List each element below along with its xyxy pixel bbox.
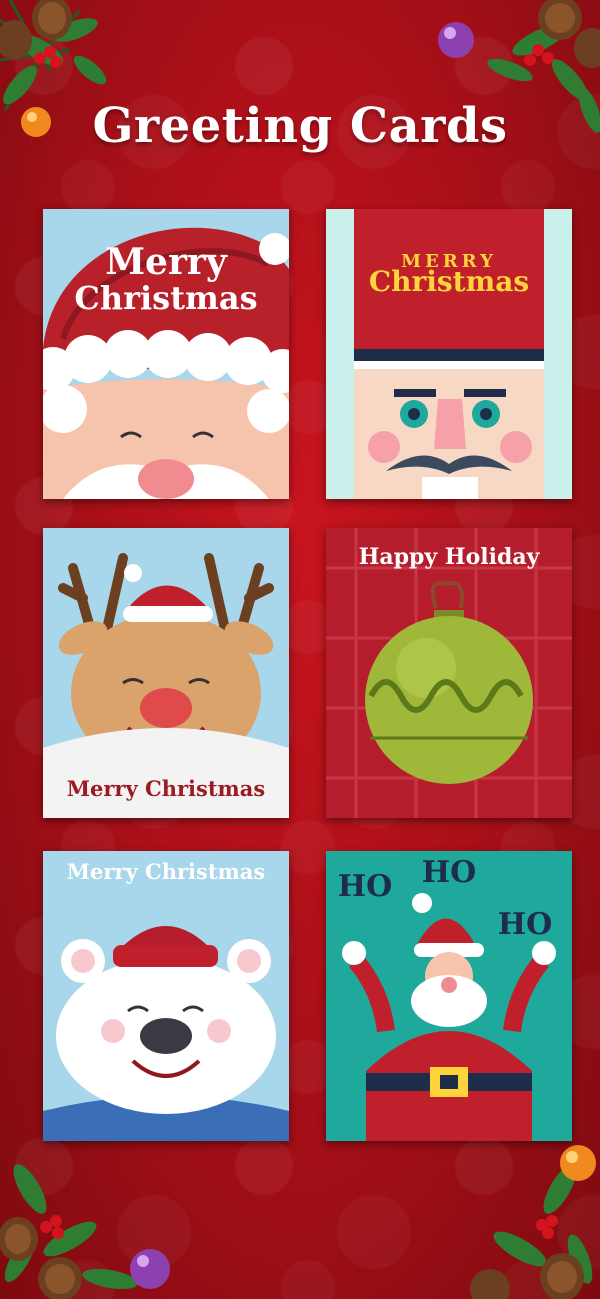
polar-bear-illustration: [43, 851, 289, 1141]
card-title-line-1: Merry: [105, 241, 227, 283]
card-title-line-2: Christmas: [368, 265, 530, 298]
page-title: Greeting Cards: [92, 98, 508, 154]
card-greeting-text: Happy Holiday: [358, 544, 540, 570]
santa-hohoho-card[interactable]: HO HO HO: [326, 851, 572, 1141]
bottom-left-garland-decoration: [0, 1164, 170, 1299]
reindeer-illustration: [43, 528, 289, 818]
card-title-line-2: Christmas: [74, 279, 258, 317]
card-greeting-text: Merry Christmas: [66, 776, 266, 801]
nutcracker-card[interactable]: MERRY Christmas: [326, 209, 572, 499]
bottom-right-garland-decoration: [470, 1145, 596, 1299]
santa-hat-card[interactable]: Merry Christmas: [43, 209, 289, 499]
card-ho-text-3: HO: [497, 907, 553, 942]
ornament-ball-icon: [438, 22, 474, 58]
card-greeting-text: Merry Christmas: [66, 859, 266, 884]
ornament-card[interactable]: Happy Holiday: [326, 528, 572, 818]
reindeer-card[interactable]: Merry Christmas: [43, 528, 289, 818]
ornament-illustration: [326, 528, 572, 818]
card-ho-text-2: HO: [421, 855, 477, 890]
polar-bear-card[interactable]: Merry Christmas: [43, 851, 289, 1141]
